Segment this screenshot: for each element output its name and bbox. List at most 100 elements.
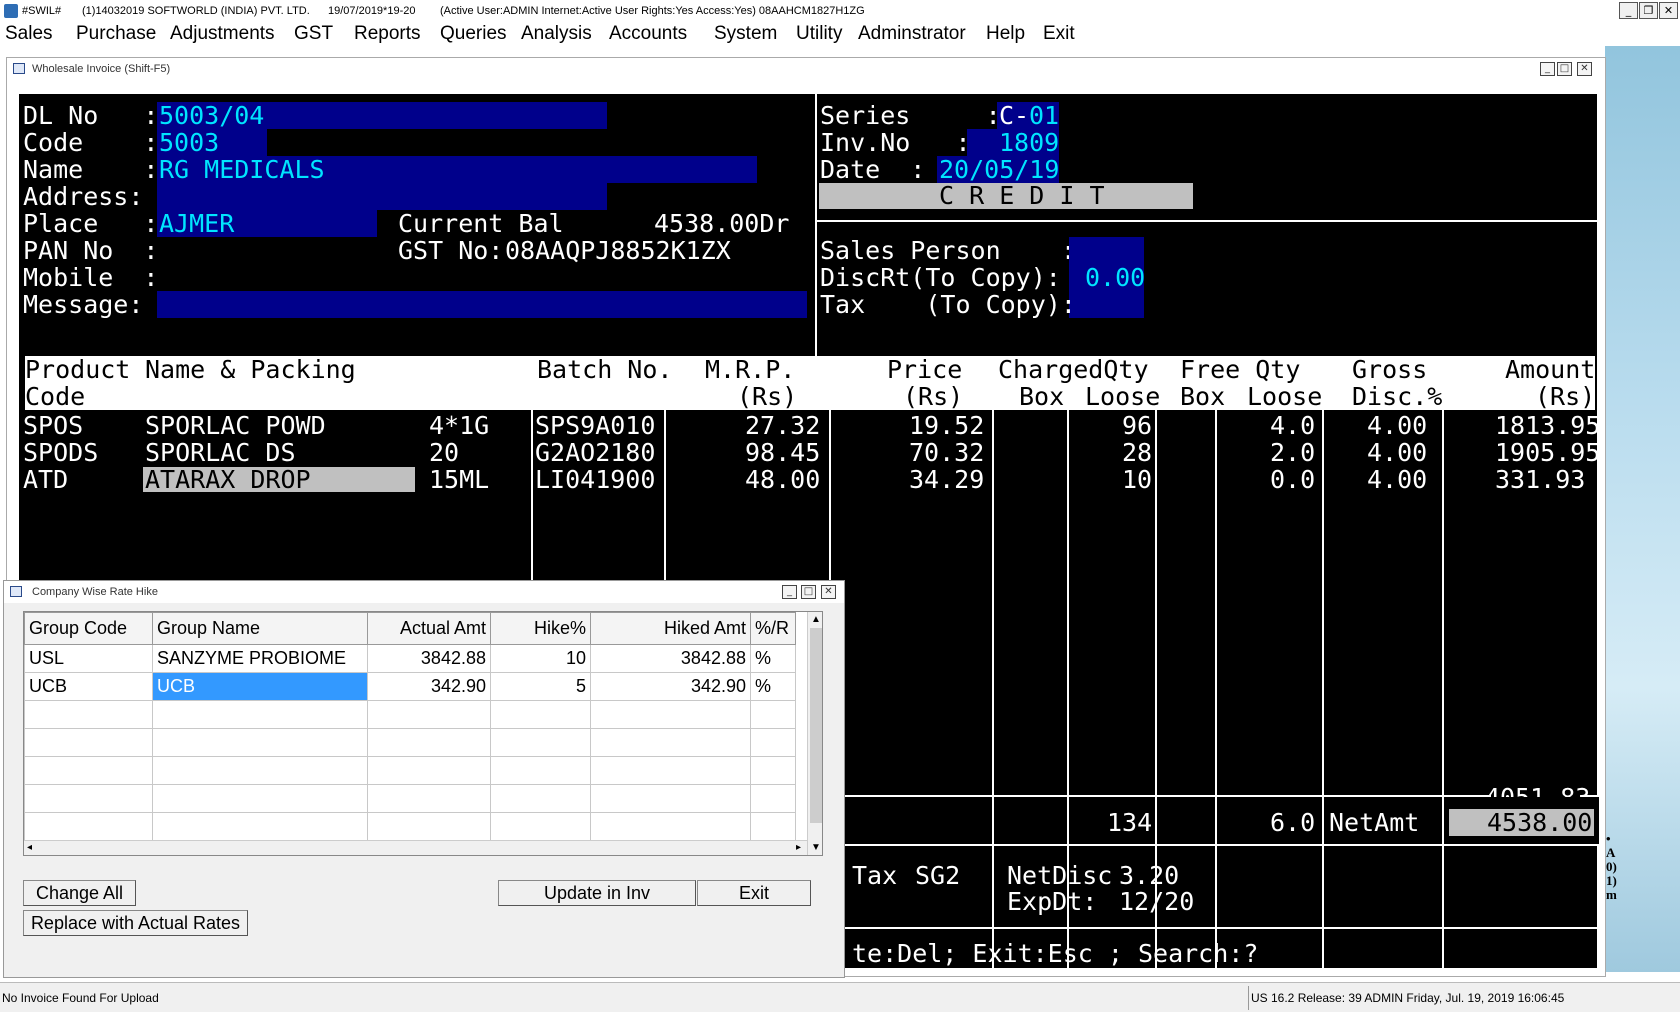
sep-box	[992, 410, 994, 968]
rate-hike-grid[interactable]: Group Code Group Name Actual Amt Hike% H…	[23, 611, 823, 856]
invoice-close-button[interactable]: ✕	[1577, 62, 1592, 76]
table-row[interactable]: UCB UCB 342.90 5 342.90 %	[24, 672, 796, 701]
item-3-disc[interactable]: 4.00	[1367, 466, 1427, 493]
item-3-free-loose[interactable]: 0.0	[1270, 466, 1315, 493]
item-2-price[interactable]: 70.32	[909, 439, 984, 466]
item-2-disc[interactable]: 4.00	[1367, 439, 1427, 466]
col-amount: Amount	[1505, 355, 1596, 384]
col-charged-qty: ChargedQty	[998, 355, 1149, 384]
change-all-button[interactable]: Change All	[23, 880, 136, 906]
menu-reports[interactable]: Reports	[354, 22, 421, 46]
series-value[interactable]: 01	[1029, 102, 1059, 129]
menu-sales[interactable]: Sales	[5, 22, 53, 46]
menu-exit[interactable]: Exit	[1043, 22, 1075, 46]
invoice-maximize-button[interactable]: □	[1557, 62, 1572, 76]
discrt-value[interactable]: 0.00	[1085, 264, 1145, 291]
col-code: Code	[25, 382, 86, 411]
item-3-loose[interactable]: 10	[1122, 466, 1152, 493]
cell-hike-pct[interactable]: 5	[490, 672, 591, 701]
empty-row	[24, 756, 796, 785]
header-actual-amt[interactable]: Actual Amt	[367, 612, 491, 645]
minimize-button[interactable]: _	[1619, 2, 1638, 19]
dl-value[interactable]: 5003/04	[159, 102, 264, 129]
cell-actual-amt[interactable]: 342.90	[367, 672, 491, 701]
item-2-free-loose[interactable]: 2.0	[1270, 439, 1315, 466]
horizontal-scrollbar[interactable]: ◂ ▸	[24, 840, 807, 855]
cell-pct-r[interactable]: %	[750, 644, 796, 673]
menu-gst[interactable]: GST	[294, 22, 333, 46]
place-label: Place :	[23, 209, 159, 238]
exit-button[interactable]: Exit	[697, 880, 811, 906]
item-2-code[interactable]: SPODS	[23, 439, 98, 466]
update-in-inv-button[interactable]: Update in Inv	[498, 880, 696, 906]
item-1-disc[interactable]: 4.00	[1367, 412, 1427, 439]
keyboard-hint: te:Del; Exit:Esc ; Search:?	[852, 939, 1259, 968]
cell-group-code[interactable]: USL	[24, 644, 153, 673]
scroll-down-icon[interactable]: ▼	[811, 842, 821, 853]
item-3-code[interactable]: ATD	[23, 466, 68, 493]
date-value[interactable]: 20/05/19	[939, 156, 1059, 183]
item-1-loose[interactable]: 96	[1122, 412, 1152, 439]
invoice-minimize-button[interactable]: _	[1540, 62, 1555, 76]
item-1-batch[interactable]: SPS9A010	[535, 412, 655, 439]
item-3-name[interactable]: ATARAX DROP	[145, 466, 311, 493]
cell-hike-pct[interactable]: 10	[490, 644, 591, 673]
item-3-batch[interactable]: LI041900	[535, 466, 655, 493]
place-value[interactable]: AJMER	[159, 210, 234, 237]
dialog-maximize-button[interactable]: □	[801, 585, 816, 599]
item-3-price[interactable]: 34.29	[909, 466, 984, 493]
header-hiked-amt[interactable]: Hiked Amt	[590, 612, 751, 645]
close-button[interactable]: ✕	[1659, 2, 1678, 19]
scroll-left-icon[interactable]: ◂	[27, 842, 32, 853]
credit-mode-label: C R E D I T	[939, 181, 1105, 210]
replace-actual-rates-button[interactable]: Replace with Actual Rates	[23, 910, 248, 936]
dialog-minimize-button[interactable]: _	[782, 585, 797, 599]
menu-system[interactable]: System	[714, 22, 777, 46]
mobile-label: Mobile :	[23, 263, 159, 292]
menu-utility[interactable]: Utility	[796, 22, 842, 46]
item-1-mrp[interactable]: 27.32	[745, 412, 820, 439]
code-value[interactable]: 5003	[159, 129, 219, 156]
scroll-up-icon[interactable]: ▲	[811, 614, 821, 625]
name-value[interactable]: RG MEDICALS	[159, 156, 325, 183]
expdt-label: ExpDt:	[1007, 887, 1098, 916]
header-group-name[interactable]: Group Name	[152, 612, 368, 645]
cell-hiked-amt[interactable]: 342.90	[590, 672, 751, 701]
header-pct-r[interactable]: %/R	[750, 612, 796, 645]
menu-adminstrator[interactable]: Adminstrator	[858, 22, 966, 46]
menu-accounts[interactable]: Accounts	[609, 22, 687, 46]
vertical-scrollbar[interactable]: ▲ ▼	[807, 612, 822, 855]
series-prefix[interactable]: C	[999, 102, 1014, 129]
menu-adjustments[interactable]: Adjustments	[170, 22, 275, 46]
table-row[interactable]: USL SANZYME PROBIOME 3842.88 10 3842.88 …	[24, 644, 796, 673]
cell-actual-amt[interactable]: 3842.88	[367, 644, 491, 673]
sep-freeloose	[1215, 410, 1217, 968]
header-hike-pct[interactable]: Hike%	[490, 612, 591, 645]
scroll-right-icon[interactable]: ▸	[796, 842, 801, 853]
cell-pct-r[interactable]: %	[750, 672, 796, 701]
item-1-price[interactable]: 19.52	[909, 412, 984, 439]
item-2-loose[interactable]: 28	[1122, 439, 1152, 466]
item-2-mrp[interactable]: 98.45	[745, 439, 820, 466]
item-1-name[interactable]: SPORLAC POWD	[145, 412, 326, 439]
header-group-code[interactable]: Group Code	[24, 612, 153, 645]
cell-group-code[interactable]: UCB	[24, 672, 153, 701]
restore-button[interactable]: ❐	[1639, 2, 1658, 19]
dialog-window-icon	[10, 586, 22, 597]
scroll-thumb[interactable]	[810, 628, 822, 823]
menu-help[interactable]: Help	[986, 22, 1025, 46]
item-2-name[interactable]: SPORLAC DS	[145, 439, 296, 466]
item-3-mrp[interactable]: 48.00	[745, 466, 820, 493]
item-1-code[interactable]: SPOS	[23, 412, 83, 439]
invno-value[interactable]: 1809	[999, 129, 1059, 156]
series-dash: -	[1014, 101, 1030, 130]
cell-group-name-selected[interactable]: UCB	[152, 672, 368, 701]
dialog-close-button[interactable]: ✕	[821, 585, 836, 599]
menu-analysis[interactable]: Analysis	[521, 22, 592, 46]
cell-group-name[interactable]: SANZYME PROBIOME	[152, 644, 368, 673]
cell-hiked-amt[interactable]: 3842.88	[590, 644, 751, 673]
item-2-batch[interactable]: G2AO2180	[535, 439, 655, 466]
menu-queries[interactable]: Queries	[440, 22, 507, 46]
item-1-free-loose[interactable]: 4.0	[1270, 412, 1315, 439]
menu-purchase[interactable]: Purchase	[76, 22, 156, 46]
